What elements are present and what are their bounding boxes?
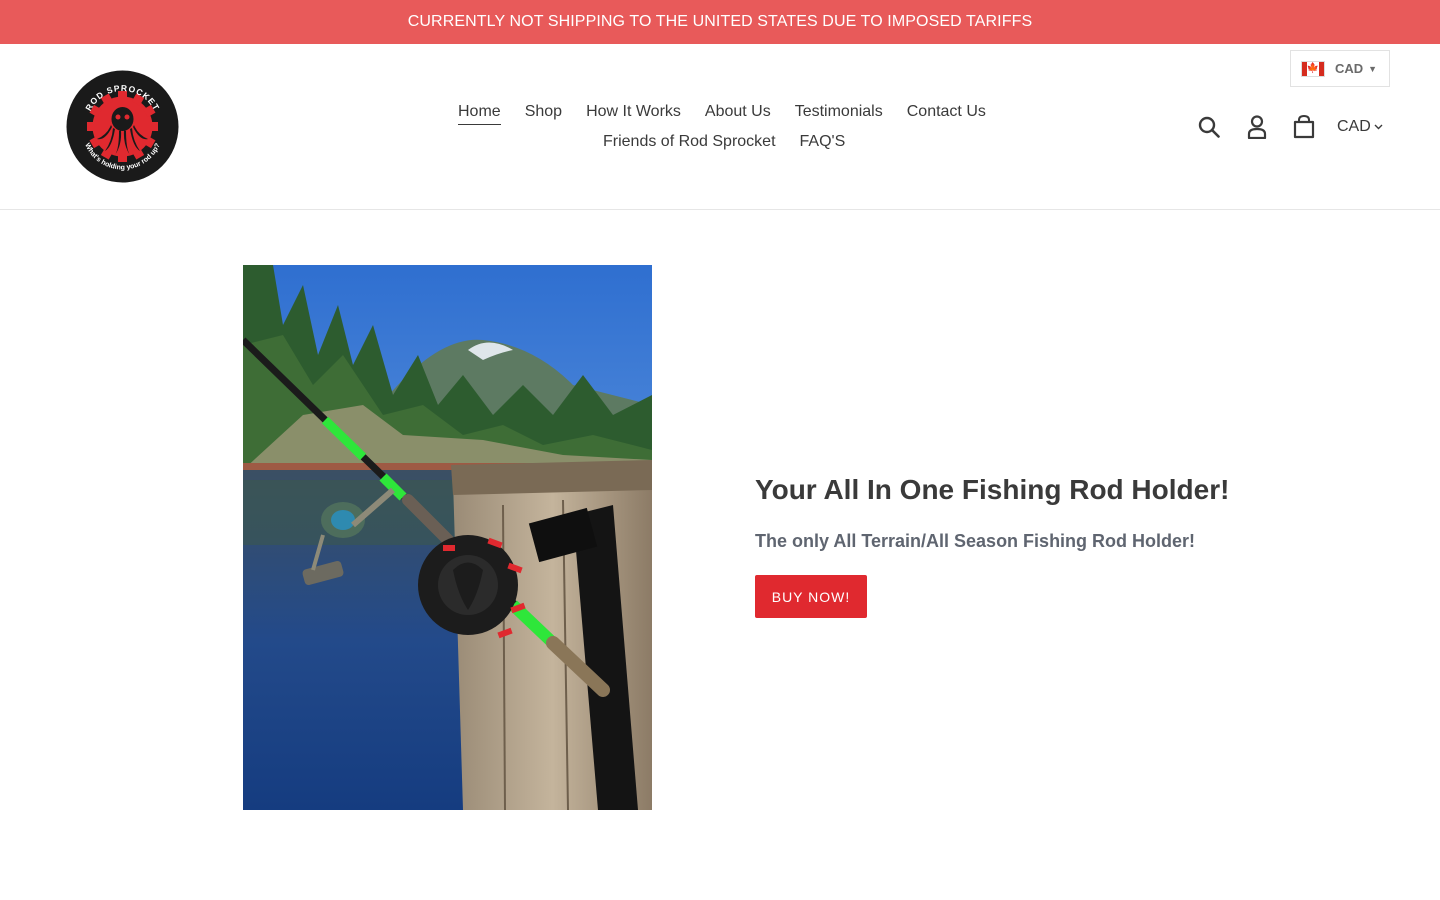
nav-testimonials[interactable]: Testimonials: [795, 102, 883, 125]
main-nav-row-2: Friends of Rod Sprocket FAQ'S: [603, 132, 845, 154]
main-nav-row-1: Home Shop How It Works About Us Testimon…: [458, 102, 986, 125]
chevron-down-icon: [1374, 124, 1383, 130]
nav-faqs[interactable]: FAQ'S: [800, 132, 846, 154]
nav-how-it-works[interactable]: How It Works: [586, 102, 681, 125]
hero-subtitle: The only All Terrain/All Season Fishing …: [755, 531, 1196, 551]
nav-shop[interactable]: Shop: [525, 102, 562, 125]
announcement-text: CURRENTLY NOT SHIPPING TO THE UNITED STA…: [407, 13, 1033, 30]
buy-now-button[interactable]: BUY NOW!: [755, 575, 867, 618]
canada-flag-icon: 🍁: [1301, 60, 1325, 77]
nav-contact-us[interactable]: Contact Us: [907, 102, 986, 125]
site-logo[interactable]: ROD SPROCKET What's holding your rod up?: [65, 69, 180, 184]
nav-home[interactable]: Home: [458, 102, 501, 125]
site-header: ROD SPROCKET What's holding your rod up?…: [0, 44, 1440, 210]
search-icon[interactable]: [1196, 114, 1222, 140]
caret-down-icon: ▼: [1368, 63, 1377, 74]
currency-switcher-widget[interactable]: 🍁 CAD ▼: [1290, 50, 1390, 87]
currency-widget-code: CAD: [1335, 61, 1364, 76]
account-icon[interactable]: [1244, 114, 1270, 140]
hero-product-image: [243, 265, 652, 810]
hero-title: Your All In One Fishing Rod Holder!: [755, 474, 1230, 505]
currency-select[interactable]: CAD: [1337, 118, 1383, 136]
announcement-bar: CURRENTLY NOT SHIPPING TO THE UNITED STA…: [0, 0, 1440, 44]
nav-friends[interactable]: Friends of Rod Sprocket: [603, 132, 776, 154]
rod-sprocket-logo: ROD SPROCKET What's holding your rod up?: [66, 70, 179, 183]
nav-about-us[interactable]: About Us: [705, 102, 771, 125]
cart-icon[interactable]: [1291, 114, 1317, 140]
currency-select-value: CAD: [1337, 118, 1371, 135]
